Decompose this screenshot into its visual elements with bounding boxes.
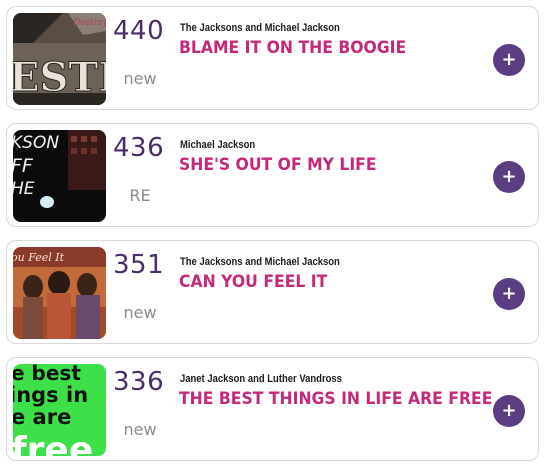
- artist-name[interactable]: Michael Jackson: [180, 138, 255, 152]
- chart-entry[interactable]: KSON FF HE 436 RE Michael Jackson SHE'S …: [6, 123, 539, 227]
- entry-status: new: [123, 420, 157, 439]
- chart-entry-list: ESTI Destiny 440 new The Jacksons and Mi…: [0, 0, 547, 471]
- svg-text:e best: e best: [13, 364, 81, 385]
- svg-text:ESTI: ESTI: [13, 54, 106, 101]
- svg-text:KSON: KSON: [13, 133, 59, 153]
- add-button[interactable]: +: [493, 161, 525, 193]
- chart-rank: 336: [113, 367, 165, 397]
- album-cover-best-things-icon: e best ings in e are free: [13, 364, 106, 456]
- entry-status: new: [123, 69, 157, 88]
- chart-rank: 436: [113, 133, 165, 163]
- song-title[interactable]: SHE'S OUT OF MY LIFE: [179, 154, 377, 176]
- album-cover-image[interactable]: ou Feel It: [13, 247, 106, 339]
- entry-status: RE: [129, 186, 151, 205]
- chart-entry[interactable]: ESTI Destiny 440 new The Jacksons and Mi…: [6, 6, 539, 110]
- song-title[interactable]: BLAME IT ON THE BOOGIE: [179, 37, 406, 59]
- artist-name[interactable]: The Jacksons and Michael Jackson: [180, 255, 340, 269]
- song-title[interactable]: CAN YOU FEEL IT: [179, 271, 327, 293]
- album-cover-image[interactable]: KSON FF HE: [13, 130, 106, 222]
- svg-text:ings in: ings in: [13, 383, 88, 407]
- entry-status: new: [123, 303, 157, 322]
- chart-rank: 351: [113, 250, 165, 280]
- album-cover-can-you-feel-it-icon: ou Feel It: [13, 247, 106, 339]
- svg-text:free: free: [13, 430, 93, 456]
- song-title[interactable]: THE BEST THINGS IN LIFE ARE FREE: [179, 388, 492, 410]
- album-cover-image[interactable]: ESTI Destiny: [13, 13, 106, 105]
- svg-text:FF: FF: [13, 155, 34, 177]
- chart-entry[interactable]: e best ings in e are free 336 new Janet …: [6, 357, 539, 461]
- album-cover-image[interactable]: e best ings in e are free: [13, 364, 106, 456]
- chart-entry[interactable]: ou Feel It 351 new The Jacksons and Mich…: [6, 240, 539, 344]
- album-cover-destiny-icon: ESTI Destiny: [13, 13, 106, 105]
- svg-text:e are: e are: [13, 405, 71, 429]
- plus-icon: +: [501, 49, 517, 70]
- svg-text:Destiny: Destiny: [72, 18, 106, 28]
- plus-icon: +: [501, 283, 517, 304]
- album-cover-off-the-wall-icon: KSON FF HE: [13, 130, 106, 222]
- chart-rank: 440: [113, 16, 165, 46]
- artist-name[interactable]: The Jacksons and Michael Jackson: [180, 21, 340, 35]
- add-button[interactable]: +: [493, 395, 525, 427]
- svg-text:HE: HE: [13, 179, 35, 199]
- plus-icon: +: [501, 400, 517, 421]
- plus-icon: +: [501, 166, 517, 187]
- add-button[interactable]: +: [493, 44, 525, 76]
- add-button[interactable]: +: [493, 278, 525, 310]
- svg-text:ou Feel It: ou Feel It: [13, 251, 65, 264]
- artist-name[interactable]: Janet Jackson and Luther Vandross: [180, 372, 342, 386]
